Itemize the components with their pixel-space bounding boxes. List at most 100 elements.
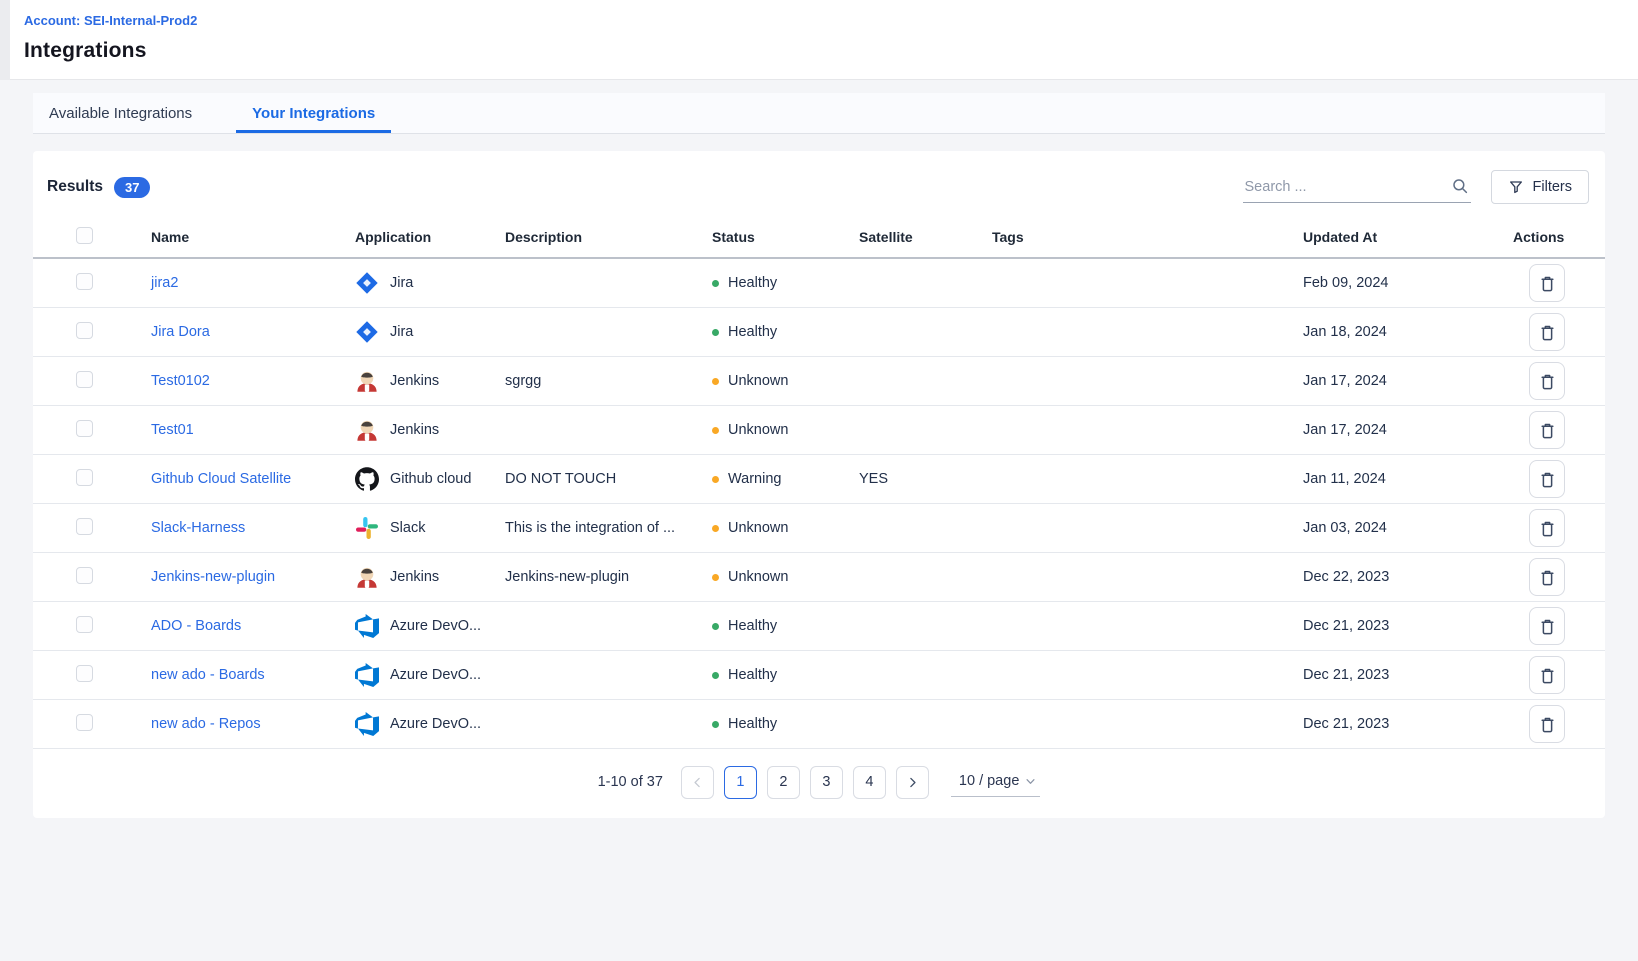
table-row: Test0102 Jenkins sgrgg Unknown Jan 17, 2… [33, 357, 1605, 406]
integration-name-link[interactable]: ADO - Boards [151, 618, 241, 634]
jenkins-icon [355, 418, 379, 442]
integration-name-link[interactable]: Test0102 [151, 373, 210, 389]
description-text: DO NOT TOUCH [505, 471, 712, 487]
column-header-actions: Actions [1513, 229, 1605, 245]
chevron-down-icon [1025, 776, 1036, 787]
page-button-2[interactable]: 2 [767, 766, 800, 799]
tab-bar: Available Integrations Your Integrations [33, 93, 1605, 134]
trash-icon [1538, 568, 1557, 587]
page-size-select[interactable]: 10 / page [951, 767, 1040, 797]
trash-icon [1538, 323, 1557, 342]
delete-button[interactable] [1529, 264, 1565, 302]
delete-button[interactable] [1529, 656, 1565, 694]
status-label: Healthy [728, 618, 777, 634]
filters-button[interactable]: Filters [1491, 170, 1589, 204]
integration-name-link[interactable]: Slack-Harness [151, 520, 245, 536]
delete-button[interactable] [1529, 313, 1565, 351]
description-text: sgrgg [505, 373, 712, 389]
select-all-checkbox[interactable] [76, 227, 93, 244]
status-dot [712, 672, 719, 679]
row-checkbox[interactable] [76, 518, 93, 535]
page-title: Integrations [24, 39, 1638, 63]
page-size-label: 10 / page [959, 773, 1019, 789]
search-icon [1451, 177, 1469, 195]
status-label: Healthy [728, 275, 777, 291]
status-label: Unknown [728, 569, 788, 585]
integrations-table: Name Application Description Status Sate… [33, 217, 1605, 749]
integration-name-link[interactable]: new ado - Repos [151, 716, 261, 732]
integration-name-link[interactable]: Jira Dora [151, 324, 210, 340]
application-label: Azure DevO... [390, 618, 481, 634]
updated-at-value: Jan 11, 2024 [1303, 471, 1513, 487]
tab-your-integrations[interactable]: Your Integrations [236, 93, 391, 133]
trash-icon [1538, 470, 1557, 489]
page-header: Account: SEI-Internal-Prod2 Integrations [0, 0, 1638, 80]
row-checkbox[interactable] [76, 420, 93, 437]
delete-button[interactable] [1529, 705, 1565, 743]
updated-at-value: Jan 17, 2024 [1303, 422, 1513, 438]
integration-name-link[interactable]: Jenkins-new-plugin [151, 569, 275, 585]
updated-at-value: Dec 21, 2023 [1303, 667, 1513, 683]
status-label: Warning [728, 471, 781, 487]
page-button-3[interactable]: 3 [810, 766, 843, 799]
integration-name-link[interactable]: Github Cloud Satellite [151, 471, 291, 487]
application-label: Github cloud [390, 471, 471, 487]
row-checkbox[interactable] [76, 371, 93, 388]
table-row: Jenkins-new-plugin Jenkins Jenkins-new-p… [33, 553, 1605, 602]
delete-button[interactable] [1529, 558, 1565, 596]
status-label: Unknown [728, 373, 788, 389]
row-checkbox[interactable] [76, 616, 93, 633]
search-input[interactable] [1245, 179, 1445, 195]
row-checkbox[interactable] [76, 322, 93, 339]
status-dot [712, 525, 719, 532]
satellite-value: YES [859, 471, 992, 487]
integration-name-link[interactable]: new ado - Boards [151, 667, 265, 683]
jira-icon [355, 320, 379, 344]
row-checkbox[interactable] [76, 273, 93, 290]
column-header-satellite: Satellite [859, 229, 992, 245]
delete-button[interactable] [1529, 607, 1565, 645]
application-label: Jira [390, 275, 413, 291]
search-box [1243, 172, 1471, 203]
account-breadcrumb-link[interactable]: Account: SEI-Internal-Prod2 [24, 13, 197, 28]
pagination: 1-10 of 37 1 2 3 4 10 / page [33, 749, 1605, 815]
row-checkbox[interactable] [76, 469, 93, 486]
previous-page-button[interactable] [681, 766, 714, 799]
status-dot [712, 623, 719, 630]
jenkins-icon [355, 565, 379, 589]
column-header-tags: Tags [992, 229, 1303, 245]
azure-devops-icon [355, 663, 379, 687]
row-checkbox[interactable] [76, 567, 93, 584]
status-dot [712, 476, 719, 483]
chevron-left-icon [691, 776, 704, 789]
next-page-button[interactable] [896, 766, 929, 799]
application-label: Jenkins [390, 422, 439, 438]
delete-button[interactable] [1529, 362, 1565, 400]
status-dot [712, 427, 719, 434]
delete-button[interactable] [1529, 509, 1565, 547]
slack-icon [355, 516, 379, 540]
delete-button[interactable] [1529, 460, 1565, 498]
trash-icon [1538, 421, 1557, 440]
toolbar: Results 37 Filters [33, 151, 1605, 217]
integration-name-link[interactable]: jira2 [151, 275, 178, 291]
github-icon [355, 467, 379, 491]
table-row: Github Cloud Satellite Github cloud DO N… [33, 455, 1605, 504]
azure-devops-icon [355, 614, 379, 638]
updated-at-value: Jan 17, 2024 [1303, 373, 1513, 389]
delete-button[interactable] [1529, 411, 1565, 449]
jenkins-icon [355, 369, 379, 393]
row-checkbox[interactable] [76, 714, 93, 731]
integration-name-link[interactable]: Test01 [151, 422, 194, 438]
page-button-4[interactable]: 4 [853, 766, 886, 799]
table-row: new ado - Repos Azure DevO... Healthy De… [33, 700, 1605, 749]
status-dot [712, 378, 719, 385]
row-checkbox[interactable] [76, 665, 93, 682]
column-header-name: Name [151, 229, 355, 245]
application-label: Azure DevO... [390, 716, 481, 732]
tab-available-integrations[interactable]: Available Integrations [33, 93, 208, 133]
page-button-1[interactable]: 1 [724, 766, 757, 799]
table-row: Jira Dora Jira Healthy Jan 18, 2024 [33, 308, 1605, 357]
table-row: Test01 Jenkins Unknown Jan 17, 2024 [33, 406, 1605, 455]
status-label: Unknown [728, 520, 788, 536]
